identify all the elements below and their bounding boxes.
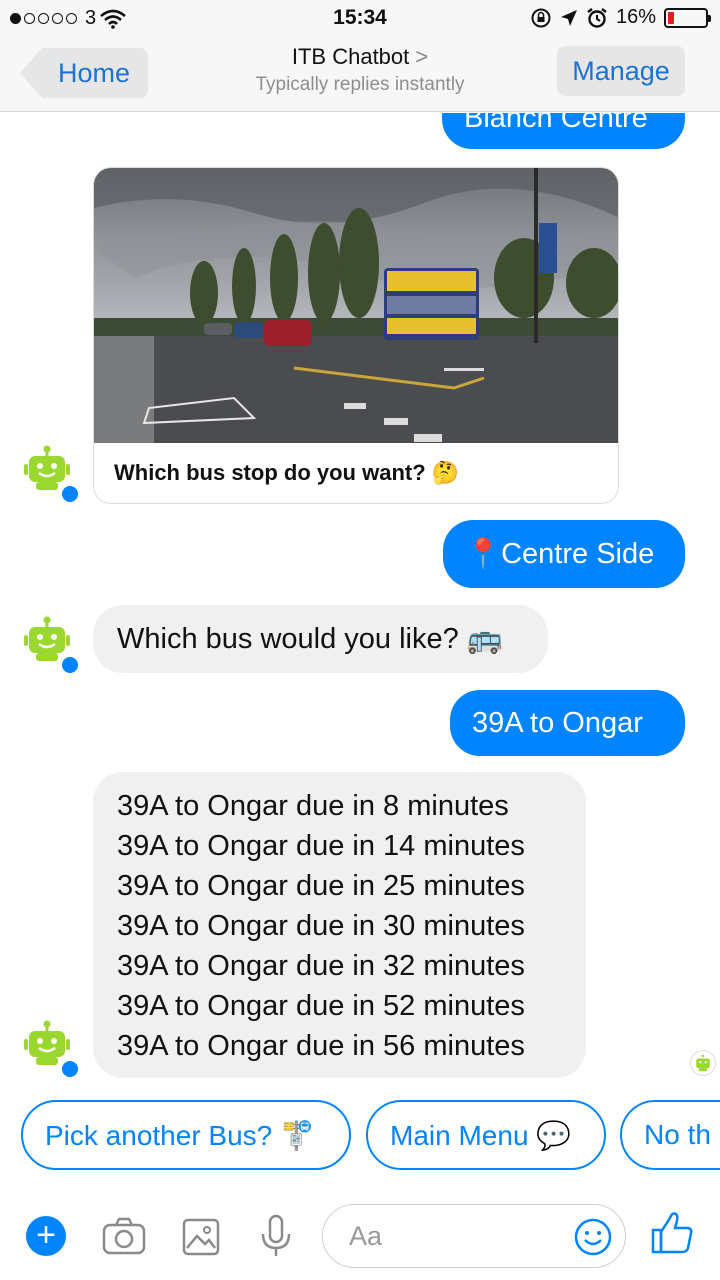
message-text: Which bus would you like? 🚌 xyxy=(117,623,503,655)
message-text: Blanch Centre xyxy=(464,113,648,134)
quick-reply-pick-another-bus[interactable]: Pick another Bus? 🚏 xyxy=(21,1100,351,1170)
robot-icon xyxy=(24,445,70,490)
messenger-badge-icon xyxy=(60,655,80,675)
bot-avatar[interactable] xyxy=(24,1019,80,1079)
incoming-message[interactable]: Which bus would you like? 🚌 xyxy=(93,605,548,673)
location-arrow-icon xyxy=(560,9,577,26)
alarm-icon xyxy=(587,7,607,28)
plus-icon[interactable]: + xyxy=(26,1216,66,1256)
message-text: 39A to Ongar xyxy=(472,706,643,739)
bus-stop-photo xyxy=(94,168,618,443)
quick-reply-no-thanks[interactable]: No th xyxy=(620,1100,720,1170)
message-input[interactable]: Aa xyxy=(322,1204,626,1268)
robot-icon xyxy=(696,1054,710,1072)
arrival-line: 39A to Ongar due in 8 minutes xyxy=(117,790,509,822)
message-input-placeholder: Aa xyxy=(349,1220,383,1251)
outgoing-message[interactable]: 39A to Ongar xyxy=(450,690,685,756)
card-caption: Which bus stop do you want? 🤔 xyxy=(114,460,460,485)
message-text: 📍Centre Side xyxy=(465,538,655,570)
arrival-line: 39A to Ongar due in 25 minutes xyxy=(117,870,525,902)
robot-icon xyxy=(24,616,70,661)
chevron-right-icon: > xyxy=(415,44,429,69)
arrival-line: 39A to Ongar due in 32 minutes xyxy=(117,950,525,982)
microphone-icon[interactable] xyxy=(252,1212,300,1260)
robot-icon xyxy=(24,1020,70,1065)
chat-title-text: ITB Chatbot xyxy=(291,44,410,69)
arrival-line: 39A to Ongar due in 14 minutes xyxy=(117,830,525,862)
composer-bar: + Aa xyxy=(0,1190,720,1280)
status-right: 16% xyxy=(530,6,711,29)
quick-replies: Pick another Bus? 🚏 Main Menu 💬 No th xyxy=(0,1100,720,1172)
camera-icon[interactable] xyxy=(100,1212,148,1260)
outgoing-message[interactable]: Blanch Centre xyxy=(442,113,685,149)
incoming-message[interactable]: 39A to Ongar due in 8 minutes 39A to Ong… xyxy=(93,772,586,1078)
outgoing-message[interactable]: 📍Centre Side xyxy=(443,520,685,588)
messenger-badge-icon xyxy=(60,1059,80,1079)
message-card[interactable]: Which bus stop do you want? 🤔 xyxy=(93,167,619,504)
quick-reply-main-menu[interactable]: Main Menu 💬 xyxy=(366,1100,606,1170)
bot-avatar[interactable] xyxy=(24,444,80,504)
messenger-badge-icon xyxy=(60,484,80,504)
manage-button[interactable]: Manage xyxy=(557,46,685,96)
status-bar: 3 15:34 16% xyxy=(0,0,720,36)
battery-icon xyxy=(664,7,711,28)
arrival-line: 39A to Ongar due in 52 minutes xyxy=(117,990,525,1022)
arrival-line: 39A to Ongar due in 30 minutes xyxy=(117,910,525,942)
read-receipt-avatar xyxy=(690,1050,716,1076)
emoji-icon[interactable] xyxy=(573,1217,613,1257)
bot-avatar[interactable] xyxy=(24,615,80,675)
gallery-icon[interactable] xyxy=(177,1212,225,1260)
rotation-lock-icon xyxy=(531,8,551,27)
thumbs-up-icon[interactable] xyxy=(650,1208,694,1256)
arrival-line: 39A to Ongar due in 56 minutes xyxy=(117,1030,525,1062)
battery-percent: 16% xyxy=(615,6,656,28)
message-thread[interactable]: Blanch Centre Which bus stop do you want… xyxy=(0,113,720,1096)
navigation-bar: Home ITB Chatbot > Typically replies inst… xyxy=(0,36,720,112)
